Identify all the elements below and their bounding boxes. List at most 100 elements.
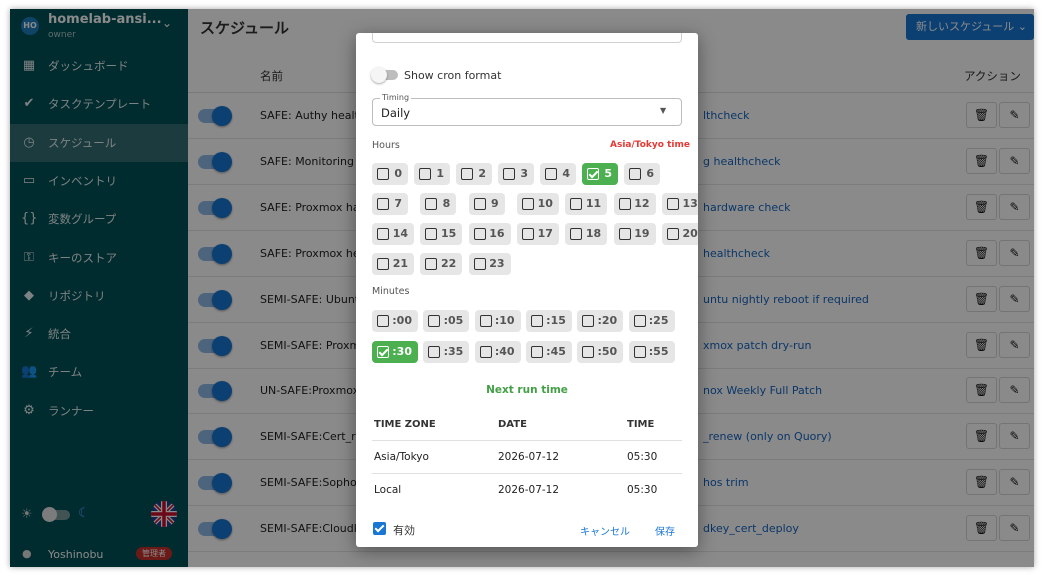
hour-chip-12[interactable]: 12 <box>613 193 656 215</box>
minute-value: :25 <box>648 314 669 327</box>
run-timezone: Local <box>374 484 402 496</box>
minute-chip-25[interactable]: :25 <box>628 310 675 332</box>
hour-checkbox <box>618 198 631 210</box>
hour-value: 2 <box>478 167 486 180</box>
hour-checkbox <box>521 198 534 210</box>
minute-chip-00[interactable]: :00 <box>372 310 418 332</box>
hour-value: 11 <box>585 197 602 210</box>
hour-chip-9[interactable]: 9 <box>468 193 505 215</box>
run-timezone: Asia/Tokyo <box>374 451 429 463</box>
hour-value: 22 <box>440 257 457 270</box>
minute-chip-10[interactable]: :10 <box>474 310 521 332</box>
hour-checkbox <box>473 228 486 240</box>
hour-checkbox <box>629 168 641 180</box>
header-time-zone: TIME ZONE <box>374 419 436 430</box>
minute-checkbox <box>377 346 389 358</box>
hour-chip-4[interactable]: 4 <box>540 163 576 185</box>
table-divider <box>372 440 682 441</box>
hour-value: 9 <box>490 197 499 210</box>
hour-chip-13[interactable]: 13 <box>661 193 698 215</box>
hour-chip-16[interactable]: 16 <box>468 223 511 245</box>
hour-checkbox <box>618 228 631 240</box>
hour-chip-23[interactable]: 23 <box>468 253 511 275</box>
minute-chip-20[interactable]: :20 <box>577 310 624 332</box>
minute-checkbox <box>377 315 389 327</box>
cron-format-toggle-knob[interactable] <box>371 67 387 83</box>
run-date: 2026-07-12 <box>498 451 560 463</box>
hour-checkbox <box>461 168 473 180</box>
minute-checkbox <box>479 346 492 358</box>
run-date: 2026-07-12 <box>498 484 560 496</box>
hour-value: 12 <box>634 197 650 210</box>
hour-checkbox <box>545 168 557 180</box>
hour-chip-8[interactable]: 8 <box>420 193 457 215</box>
minute-chip-30[interactable]: :30 <box>372 341 418 363</box>
hour-chip-10[interactable]: 10 <box>516 193 559 215</box>
minute-checkbox <box>530 315 543 327</box>
hour-checkbox <box>425 258 438 270</box>
hour-value: 14 <box>392 227 408 240</box>
hour-chip-7[interactable]: 7 <box>372 193 408 215</box>
minute-checkbox <box>479 315 492 327</box>
minute-checkbox <box>582 315 595 327</box>
hour-value: 23 <box>489 257 505 270</box>
minute-value: :05 <box>443 314 464 327</box>
hour-chip-1[interactable]: 1 <box>414 163 450 185</box>
timing-select[interactable]: Timing Daily ▼ <box>372 93 682 126</box>
cron-format-label: Show cron format <box>404 69 502 82</box>
hour-chip-14[interactable]: 14 <box>372 223 414 245</box>
minute-checkbox <box>530 346 543 358</box>
enabled-checkbox[interactable] <box>373 522 386 535</box>
minute-chip-15[interactable]: :15 <box>525 310 572 332</box>
hour-chip-21[interactable]: 21 <box>372 253 414 275</box>
hour-chip-19[interactable]: 19 <box>613 223 656 245</box>
table-divider <box>372 473 682 474</box>
next-run-title: Next run time <box>486 384 568 396</box>
minute-chip-05[interactable]: :05 <box>423 310 470 332</box>
minute-chip-35[interactable]: :35 <box>423 341 470 363</box>
minutes-label: Minutes <box>372 286 410 297</box>
minute-chip-55[interactable]: :55 <box>628 341 675 363</box>
hour-chip-5[interactable]: 5 <box>582 163 618 185</box>
name-field[interactable] <box>372 33 682 43</box>
hour-checkbox <box>425 198 438 210</box>
hour-chip-2[interactable]: 2 <box>456 163 492 185</box>
hour-chip-0[interactable]: 0 <box>372 163 408 185</box>
run-time: 05:30 <box>627 451 658 463</box>
hour-checkbox <box>377 258 389 270</box>
timing-legend: Timing <box>380 93 412 102</box>
minute-value: :35 <box>443 345 464 358</box>
hour-chip-3[interactable]: 3 <box>498 163 534 185</box>
minute-checkbox <box>633 346 646 358</box>
minute-chip-50[interactable]: :50 <box>577 341 624 363</box>
hour-checkbox <box>425 228 438 240</box>
minute-value: :40 <box>494 345 515 358</box>
hour-value: 21 <box>392 257 408 270</box>
hour-value: 6 <box>646 167 654 180</box>
minute-chip-40[interactable]: :40 <box>474 341 521 363</box>
hour-chip-17[interactable]: 17 <box>516 223 559 245</box>
minute-chip-45[interactable]: :45 <box>525 341 572 363</box>
hour-checkbox <box>473 258 486 270</box>
minute-value: :00 <box>392 314 412 327</box>
hour-chip-22[interactable]: 22 <box>420 253 463 275</box>
hour-value: 0 <box>394 167 402 180</box>
cancel-button[interactable]: キャンセル <box>580 523 630 538</box>
hour-chip-6[interactable]: 6 <box>624 163 660 185</box>
hour-value: 10 <box>537 197 553 210</box>
timing-value: Daily <box>381 106 411 120</box>
hour-chip-20[interactable]: 20 <box>661 223 698 245</box>
hour-checkbox <box>419 168 431 180</box>
hour-checkbox <box>666 228 679 240</box>
hour-value: 16 <box>489 227 505 240</box>
hour-chip-15[interactable]: 15 <box>420 223 463 245</box>
minute-checkbox <box>428 315 441 327</box>
hour-chip-18[interactable]: 18 <box>565 223 608 245</box>
hour-checkbox <box>521 228 534 240</box>
enabled-label: 有効 <box>393 524 415 537</box>
save-button[interactable]: 保存 <box>655 523 675 538</box>
minute-value: :15 <box>546 314 566 327</box>
minute-value: :50 <box>597 345 618 358</box>
run-time: 05:30 <box>627 484 658 496</box>
hour-chip-11[interactable]: 11 <box>565 193 608 215</box>
